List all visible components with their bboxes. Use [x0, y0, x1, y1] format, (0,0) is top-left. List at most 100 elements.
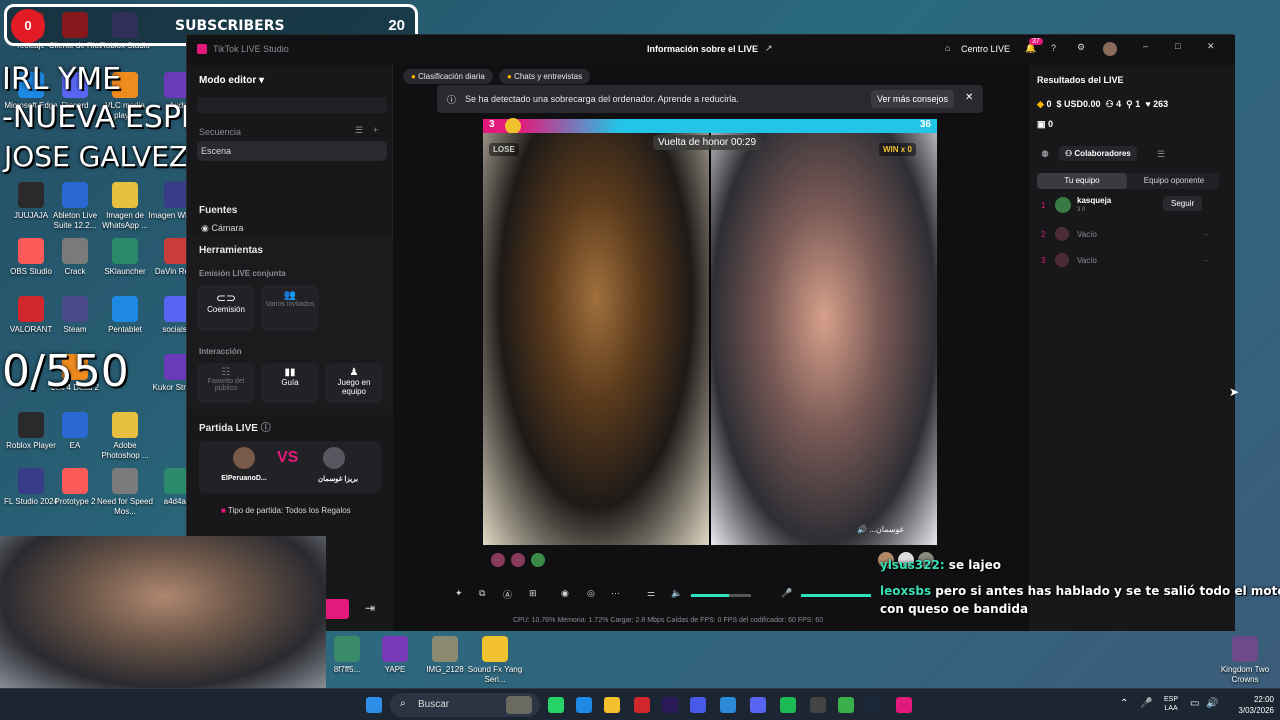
volume-icon[interactable]: 🔈	[671, 588, 682, 599]
list-icon[interactable]: ☰	[1157, 149, 1165, 160]
tab-daily-ranking[interactable]: ● Clasificación diaria	[403, 69, 493, 84]
overload-warning-banner: ⓘ Se ha detectado una sobrecarga del ord…	[437, 85, 983, 113]
magic-wand-icon[interactable]: ✦	[455, 588, 463, 599]
camera-label: Cámara	[211, 223, 244, 233]
whatsapp-icon[interactable]	[548, 697, 564, 713]
spotify-icon[interactable]	[780, 697, 796, 713]
interaction-heading: Interacción	[199, 347, 242, 356]
mode-editor-dropdown[interactable]: Modo editor ▾	[199, 75, 264, 86]
add-source-icon[interactable]: ⊞	[529, 588, 537, 599]
tab-chats[interactable]: ● Chats y entrevistas	[499, 69, 591, 84]
co-host-button[interactable]: ⊂⊃ Coemisión	[197, 285, 255, 331]
more-tips-button[interactable]: Ver más consejos	[871, 90, 955, 108]
live-info-link[interactable]: Información sobre el LIVE	[647, 44, 758, 54]
file-explorer-icon[interactable]	[604, 697, 620, 713]
team-switch: Tu equipo Equipo oponente	[1037, 173, 1219, 189]
exit-icon[interactable]: ⇥	[365, 601, 375, 615]
discord-icon[interactable]	[750, 697, 766, 713]
desktop-icon-label: SKlauncher	[104, 267, 146, 276]
tab-opponent-team[interactable]: Equipo oponente	[1129, 173, 1219, 189]
joint-stream-heading: Emisión LIVE conjunta	[199, 269, 286, 278]
chat-message-2: leoxsbs pero si antes has hablado y se t…	[880, 584, 1280, 598]
monitor-icon[interactable]: ▭	[1190, 698, 1199, 709]
app-icon	[18, 296, 44, 322]
chatgpt-icon[interactable]	[810, 697, 826, 713]
avatar[interactable]	[1103, 42, 1117, 56]
player1-avatar	[233, 447, 255, 469]
multi-guest-label: Varios invitados	[265, 301, 315, 308]
multi-guest-button[interactable]: 👥 Varios invitados	[261, 285, 319, 331]
live-center-link[interactable]: Centro LIVE	[961, 44, 1010, 54]
equalizer-icon[interactable]: ⚌	[647, 588, 655, 599]
mode-editor-label: Modo editor	[199, 75, 257, 86]
edge-icon[interactable]	[576, 697, 592, 713]
layers-icon[interactable]: ⧉	[479, 588, 485, 599]
volume-slider[interactable]	[691, 594, 751, 597]
follow-button[interactable]: Seguir	[1163, 196, 1203, 211]
add-icon[interactable]: +	[373, 125, 378, 135]
desktop-icon-label: JUUJAJA	[13, 211, 49, 220]
teams-icon[interactable]	[690, 697, 706, 713]
empty-seat-icon	[1055, 227, 1069, 241]
collaborators-tab[interactable]: ⚇ Colaboradores	[1059, 146, 1137, 161]
game-icon	[1232, 636, 1258, 662]
play-icon[interactable]	[838, 697, 854, 713]
info-icon[interactable]: ⓘ	[261, 423, 271, 434]
help-icon[interactable]: ?	[1051, 43, 1056, 53]
chevron-up-icon[interactable]: ⌃	[1120, 698, 1128, 709]
close-warning-icon[interactable]: ✕	[965, 92, 973, 103]
security-icon[interactable]	[720, 697, 736, 713]
source-camera[interactable]: ◉ Cámara	[201, 223, 243, 234]
warning-text: Se ha detectado una sobrecarga del orden…	[465, 94, 739, 104]
tab-your-team[interactable]: Tu equipo	[1037, 173, 1127, 189]
usd-value: USD0.00	[1064, 99, 1101, 109]
scene-item[interactable]: Escena	[197, 141, 387, 161]
member-sub: 3 0	[1077, 207, 1086, 213]
mic-slider[interactable]	[801, 594, 871, 597]
camera-settings-icon[interactable]: ◎	[587, 588, 595, 599]
share-icon[interactable]: ↗	[765, 43, 773, 54]
windows-start-icon[interactable]	[366, 697, 382, 713]
close-button[interactable]: ✕	[1207, 41, 1215, 52]
ai-icon[interactable]: Ⓐ	[503, 588, 512, 601]
guide-button[interactable]: ▮▮ Guía	[261, 363, 319, 403]
app-icon	[18, 412, 44, 438]
taskbar-search[interactable]: ⌕ Buscar	[390, 693, 540, 717]
clock[interactable]: 22:00 3/03/2026	[1222, 694, 1274, 716]
desktop-icon-kingdom[interactable]: Kingdom Two Crowns	[1214, 636, 1276, 685]
favorite-label: Favorito del público	[207, 378, 245, 392]
app-icon	[62, 412, 88, 438]
people-icon: ⚇	[1065, 149, 1073, 158]
host-camera-feed	[483, 133, 709, 545]
member-name: Vacío	[1077, 256, 1097, 265]
tab-label: Chats y entrevistas	[514, 72, 583, 81]
steam-icon[interactable]	[866, 697, 882, 713]
desktop-icon[interactable]: Sound Fx Yang Seri...	[464, 636, 526, 685]
language-indicator[interactable]: ESP LAA	[1164, 695, 1178, 713]
opera-icon[interactable]	[634, 697, 650, 713]
desktop-icon[interactable]: Adobe Photoshop ...	[94, 412, 156, 461]
desktop-icon-label: Imagen de WhatsApp ...	[102, 211, 148, 230]
speaker-tray-icon[interactable]: 🔊	[1206, 698, 1218, 709]
user-icon[interactable]: ⚉	[1041, 149, 1049, 160]
minimize-button[interactable]: –	[1143, 41, 1148, 51]
emoji-icon	[505, 118, 521, 134]
desktop-icon-label: Steam	[63, 325, 87, 334]
favorite-button[interactable]: ☷ Favorito del público	[197, 363, 255, 403]
after-effects-icon[interactable]	[662, 697, 678, 713]
microphone-tray-icon[interactable]: 🎤	[1140, 698, 1152, 709]
list-icon[interactable]: ☰	[355, 125, 363, 136]
gear-icon[interactable]: ⚙	[1077, 42, 1085, 53]
chevron-down-icon: ▾	[259, 75, 265, 86]
maximize-button[interactable]: □	[1175, 41, 1180, 51]
home-icon[interactable]: ⌂	[945, 43, 950, 53]
record-icon[interactable]: ◉	[561, 588, 569, 599]
clock-date: 3/03/2026	[1238, 706, 1274, 715]
tiktok-live-icon[interactable]	[896, 697, 912, 713]
more-icon[interactable]: ⋯	[611, 588, 620, 599]
microphone-icon[interactable]: 🎤	[781, 588, 792, 599]
orientation-switch[interactable]	[197, 97, 387, 113]
battle-progress-bar: 3 36	[483, 118, 937, 134]
webcam-overlay	[0, 536, 326, 688]
team-game-button[interactable]: ♟ Juego en equipo	[325, 363, 383, 403]
